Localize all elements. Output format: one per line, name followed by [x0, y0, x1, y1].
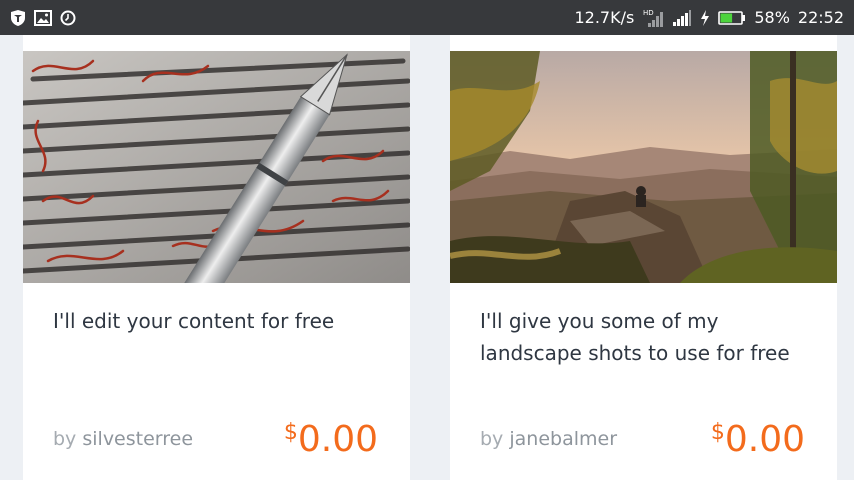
card-author[interactable]: by janebalmer — [480, 428, 617, 450]
status-bar-right: 12.7K/s HD 58% 22:52 — [574, 8, 844, 28]
signal-bars-icon — [672, 9, 692, 27]
clock-time: 22:52 — [797, 8, 844, 27]
image-notification-icon — [34, 9, 52, 26]
by-label: by — [480, 428, 504, 450]
author-name[interactable]: janebalmer — [509, 428, 617, 450]
author-name[interactable]: silvesterree — [82, 428, 193, 450]
gig-card-edit-content[interactable]: I'll edit your content for free by silve… — [23, 35, 410, 480]
signal-hd-icon: HD — [642, 8, 664, 28]
shield-notification-icon — [10, 9, 26, 27]
card-title[interactable]: I'll edit your content for free — [53, 305, 388, 337]
charging-bolt-icon — [700, 9, 710, 26]
battery-fill — [720, 13, 733, 22]
card-author[interactable]: by silvesterree — [53, 428, 193, 450]
gig-card-landscape-shots[interactable]: I'll give you some of my landscape shots… — [450, 35, 837, 480]
network-speed: 12.7K/s — [574, 8, 635, 27]
card-price: $ 0.00 — [284, 418, 378, 462]
card-price: $ 0.00 — [711, 418, 805, 462]
status-bar-left — [10, 9, 76, 27]
card-thumbnail-landscape[interactable] — [450, 51, 837, 283]
card-title[interactable]: I'll give you some of my landscape shots… — [480, 305, 815, 369]
by-label: by — [53, 428, 77, 450]
status-bar: 12.7K/s HD 58% 22:52 — [0, 0, 854, 35]
svg-text:HD: HD — [643, 9, 654, 17]
price-amount: 0.00 — [297, 419, 378, 460]
clock-notification-icon — [60, 10, 76, 26]
battery-percent: 58% — [754, 8, 790, 27]
price-currency: $ — [710, 420, 725, 445]
battery-icon — [718, 10, 746, 26]
price-amount: 0.00 — [724, 419, 805, 460]
price-currency: $ — [283, 420, 298, 445]
card-thumbnail-pen-paper[interactable] — [23, 51, 410, 283]
